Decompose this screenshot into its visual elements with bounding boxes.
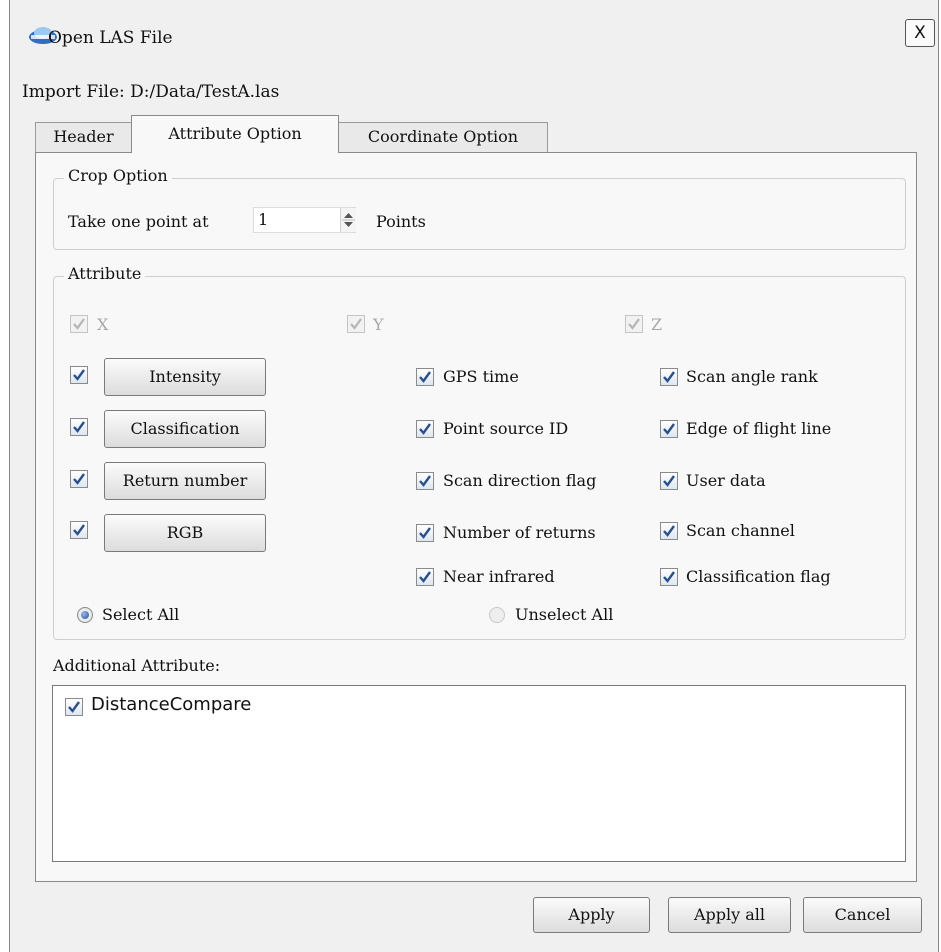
classification-checkbox[interactable] [70, 418, 88, 436]
window-title: Open LAS File [48, 28, 173, 48]
number-of-returns-checkbox[interactable] [416, 524, 434, 542]
return-number-checkbox[interactable] [70, 470, 88, 488]
apply-all-button[interactable]: Apply all [668, 897, 791, 933]
rgb-checkbox[interactable] [70, 521, 88, 539]
close-icon[interactable]: X [905, 19, 935, 47]
additional-attribute-list[interactable]: DistanceCompare [52, 685, 906, 862]
point-source-id-checkbox[interactable] [416, 420, 434, 438]
scan-angle-rank-checkbox[interactable] [660, 368, 678, 386]
radio-selected-dot [81, 611, 89, 619]
scan-direction-flag-checkbox[interactable] [416, 472, 434, 490]
apply-button[interactable]: Apply [533, 897, 650, 933]
intensity-checkbox[interactable] [70, 366, 88, 384]
user-data-checkbox[interactable] [660, 472, 678, 490]
tab-attribute-option[interactable]: Attribute Option [131, 115, 339, 153]
scan-channel-checkbox[interactable] [660, 522, 678, 540]
classification-button[interactable]: Classification [104, 410, 266, 448]
classification-flag-checkbox[interactable] [660, 568, 678, 586]
gps-time-checkbox[interactable] [416, 368, 434, 386]
distance-compare-checkbox[interactable] [65, 698, 83, 716]
unselect-all-radio[interactable] [489, 607, 505, 623]
distance-compare-label: DistanceCompare [91, 694, 252, 715]
tab-header[interactable]: Header [35, 122, 132, 152]
tab-coordinate-option[interactable]: Coordinate Option [338, 122, 548, 152]
intensity-button[interactable]: Intensity [104, 358, 266, 396]
near-infrared-checkbox[interactable] [416, 568, 434, 586]
return-number-button[interactable]: Return number [104, 462, 266, 500]
select-all-radio[interactable] [77, 607, 93, 623]
edge-of-flight-line-checkbox[interactable] [660, 420, 678, 438]
rgb-button[interactable]: RGB [104, 514, 266, 552]
import-file-label: Import File: D:/Data/TestA.las [22, 82, 280, 102]
cancel-button[interactable]: Cancel [803, 897, 922, 933]
